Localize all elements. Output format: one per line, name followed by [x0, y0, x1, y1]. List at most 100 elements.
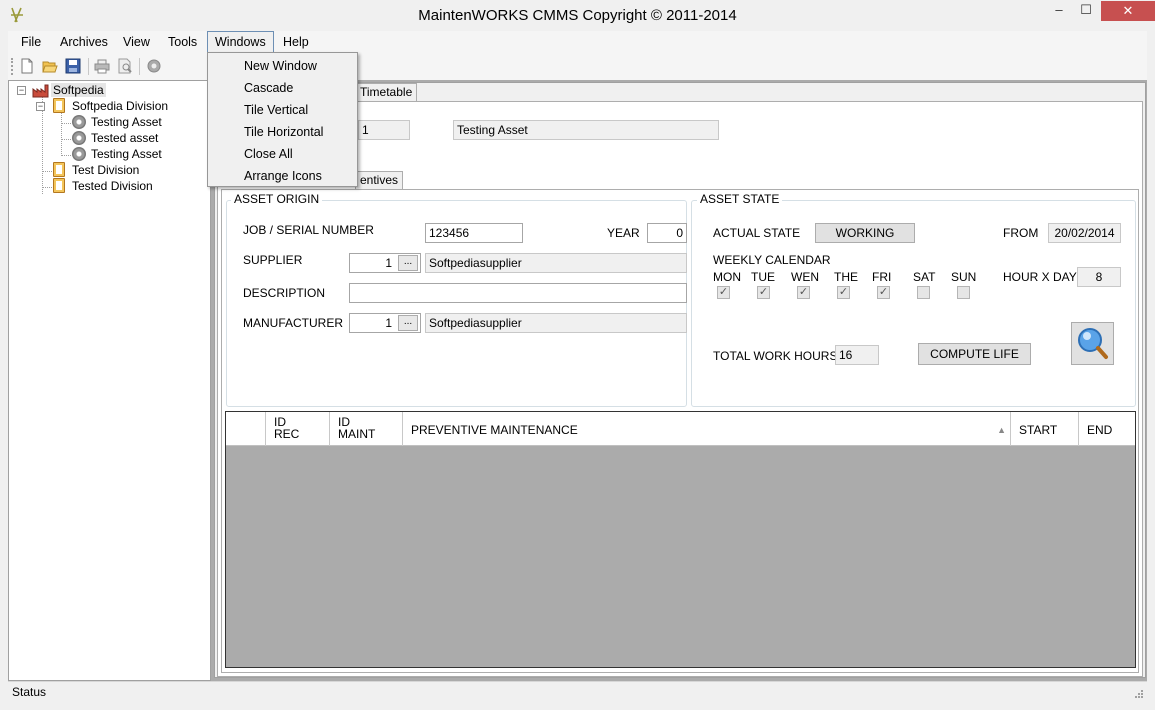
checkbox-mon[interactable]: ✓ — [717, 286, 730, 299]
tree-item-asset[interactable]: Tested asset — [91, 130, 158, 146]
grid-row-header — [226, 412, 266, 446]
clipboard-icon — [53, 98, 65, 113]
column-id-rec-line2: REC — [274, 427, 300, 441]
checkbox-sat[interactable] — [917, 286, 930, 299]
day-label-fri: FRI — [872, 270, 892, 284]
settings-icon[interactable] — [146, 58, 162, 74]
tree-item-asset[interactable]: Testing Asset — [91, 114, 162, 130]
description-input[interactable] — [349, 283, 687, 303]
actual-state-value[interactable]: WORKING — [815, 223, 915, 243]
column-preventive-label: PREVENTIVE MAINTENANCE — [411, 423, 578, 437]
tree-expander[interactable]: − — [17, 86, 26, 95]
checkbox-sun[interactable] — [957, 286, 970, 299]
toolbar-grip — [11, 58, 14, 75]
menu-item-tile-horizontal[interactable]: Tile Horizontal — [209, 121, 356, 143]
hour-x-day-label: HOUR X DAY — [1003, 270, 1077, 284]
total-work-hours-label: TOTAL WORK HOURS — [713, 349, 838, 363]
close-button[interactable]: ✕ — [1101, 1, 1155, 21]
column-start[interactable]: START — [1011, 412, 1079, 446]
column-end[interactable]: END — [1079, 412, 1135, 446]
tree-item-division[interactable]: Tested Division — [72, 178, 153, 194]
tree-connector — [61, 123, 71, 124]
checkbox-tue[interactable]: ✓ — [757, 286, 770, 299]
column-preventive-maintenance[interactable]: PREVENTIVE MAINTENANCE ▲ — [403, 412, 1011, 446]
menu-item-cascade[interactable]: Cascade — [209, 77, 356, 99]
weekly-calendar-label: WEEKLY CALENDAR — [713, 253, 831, 267]
checkbox-fri[interactable]: ✓ — [877, 286, 890, 299]
menu-item-tile-vertical[interactable]: Tile Vertical — [209, 99, 356, 121]
tree-item-division[interactable]: Softpedia Division — [72, 98, 168, 114]
day-label-the: THE — [834, 270, 858, 284]
job-label: JOB / SERIAL NUMBER — [243, 223, 374, 237]
gear-icon — [72, 115, 86, 129]
clipboard-icon — [53, 162, 65, 177]
grid-header: ID REC ID MAINT PREVENTIVE MAINTENANCE ▲… — [226, 412, 1135, 446]
total-work-hours-field[interactable]: 16 — [835, 345, 879, 365]
tree-label: Tested asset — [91, 131, 159, 145]
from-date-field[interactable]: 20/02/2014 — [1048, 223, 1121, 243]
day-label-sat: SAT — [913, 270, 936, 284]
day-label-sun: SUN — [951, 270, 977, 284]
manufacturer-lookup-button[interactable]: ... — [398, 315, 418, 331]
tree-connector — [61, 112, 62, 154]
gear-icon — [72, 131, 86, 145]
tree-item-division[interactable]: Test Division — [72, 162, 139, 178]
minimize-button[interactable]: – — [1046, 0, 1072, 22]
magnifier-icon — [1078, 328, 1108, 359]
tab-timetable[interactable]: Timetable — [355, 83, 418, 102]
frame-right — [1147, 31, 1155, 710]
manufacturer-name-field[interactable]: Softpediasupplier — [425, 313, 687, 333]
menu-bar: File Archives View Tools Windows Help — [8, 31, 1147, 53]
asset-name-field[interactable]: Testing Asset — [453, 120, 719, 140]
menu-help[interactable]: Help — [276, 31, 316, 53]
new-file-icon[interactable] — [19, 58, 35, 74]
menu-tools[interactable]: Tools — [161, 31, 204, 53]
tree-label: Testing Asset — [91, 147, 162, 161]
windows-menu-dropdown: New Window Cascade Tile Vertical Tile Ho… — [207, 52, 358, 187]
tree-expander[interactable]: − — [36, 102, 45, 111]
print-preview-icon[interactable] — [117, 58, 133, 74]
from-label: FROM — [1003, 226, 1039, 240]
asset-tree[interactable]: − Softpedia − Softpedia Division Testing… — [8, 80, 211, 681]
tree-item-root[interactable]: Softpedia — [51, 82, 106, 98]
menu-windows[interactable]: Windows — [207, 31, 274, 53]
resize-grip-icon[interactable] — [1134, 688, 1144, 698]
search-button[interactable] — [1071, 322, 1114, 365]
tab-preventives[interactable]: entives — [355, 171, 404, 190]
print-icon[interactable] — [94, 58, 110, 74]
year-input[interactable]: 0 — [647, 223, 687, 243]
menu-archives[interactable]: Archives — [53, 31, 115, 53]
column-id-maint[interactable]: ID MAINT — [330, 412, 403, 446]
column-id-rec[interactable]: ID REC — [266, 412, 330, 446]
tree-connector — [42, 171, 52, 172]
hour-x-day-field[interactable]: 8 — [1077, 267, 1121, 287]
day-label-wen: WEN — [791, 270, 819, 284]
menu-item-close-all[interactable]: Close All — [209, 143, 356, 165]
checkbox-wen[interactable]: ✓ — [797, 286, 810, 299]
job-serial-input[interactable]: 123456 — [425, 223, 523, 243]
compute-life-button[interactable]: COMPUTE LIFE — [918, 343, 1031, 365]
menu-view[interactable]: View — [116, 31, 157, 53]
tree-label: Tested Division — [72, 179, 153, 193]
checkbox-the[interactable]: ✓ — [837, 286, 850, 299]
asset-id-field[interactable]: 1 — [358, 120, 410, 140]
year-label: YEAR — [607, 226, 640, 240]
tree-label: Testing Asset — [91, 115, 162, 129]
asset-state-title: ASSET STATE — [697, 192, 783, 206]
maximize-button[interactable]: ☐ — [1072, 0, 1100, 22]
save-icon[interactable] — [65, 58, 81, 74]
supplier-name-field[interactable]: Softpediasupplier — [425, 253, 687, 273]
open-folder-icon[interactable] — [42, 58, 58, 74]
preventive-maintenance-grid[interactable]: ID REC ID MAINT PREVENTIVE MAINTENANCE ▲… — [225, 411, 1136, 668]
menu-item-new-window[interactable]: New Window — [209, 55, 356, 77]
gear-icon — [72, 147, 86, 161]
menu-item-arrange-icons[interactable]: Arrange Icons — [209, 165, 356, 187]
tree-item-asset[interactable]: Testing Asset — [91, 146, 162, 162]
column-id-maint-line2: MAINT — [338, 427, 376, 441]
clipboard-icon — [53, 178, 65, 193]
window-title: MaintenWORKS CMMS Copyright © 2011-2014 — [418, 7, 737, 24]
menu-file[interactable]: File — [14, 31, 48, 53]
supplier-lookup-button[interactable]: ... — [398, 255, 418, 271]
toolbar-separator — [139, 58, 140, 75]
supplier-label: SUPPLIER — [243, 253, 303, 267]
